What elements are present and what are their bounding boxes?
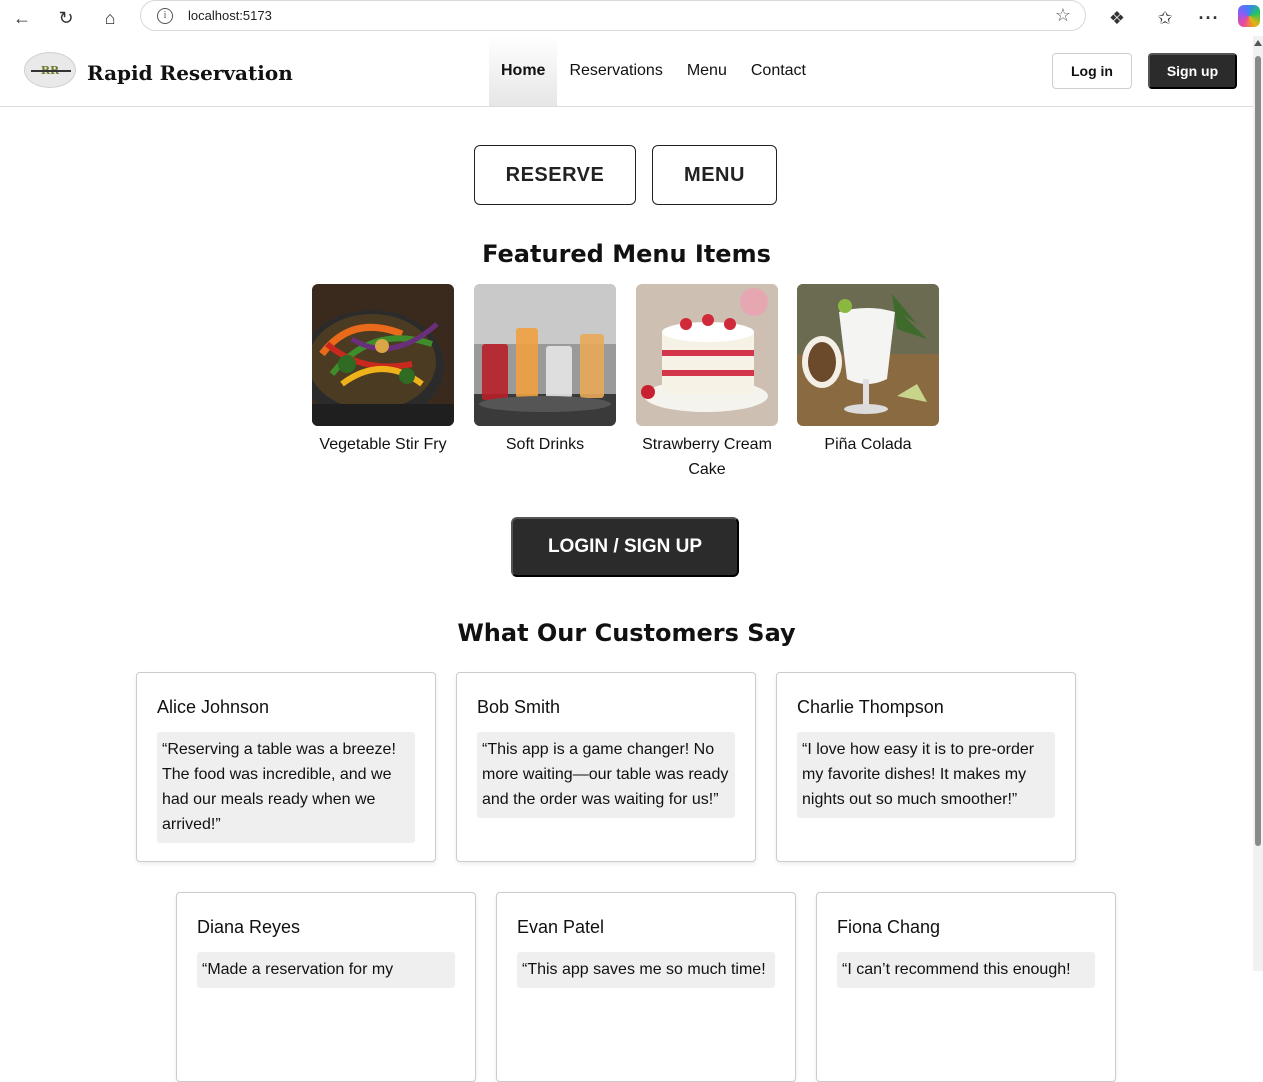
featured-item-name: Strawberry Cream Cake <box>642 436 772 478</box>
nav-home[interactable]: Home <box>489 36 558 106</box>
favorites-icon[interactable]: ✩ <box>1150 3 1180 33</box>
featured-title: Featured Menu Items <box>482 240 771 268</box>
review-quote: “This app saves me so much time! <box>517 952 775 988</box>
nav-contact[interactable]: Contact <box>739 36 818 106</box>
review-card: Evan Patel “This app saves me so much ti… <box>496 892 796 1082</box>
review-quote: “This app is a game changer! No more wai… <box>477 732 735 818</box>
reviewer-name: Evan Patel <box>517 917 605 937</box>
soft-drinks-image[interactable] <box>474 284 616 426</box>
featured-item[interactable]: Soft Drinks <box>474 284 616 457</box>
url-text[interactable]: localhost:5173 <box>188 8 272 23</box>
back-arrow-icon[interactable]: ← <box>7 3 37 33</box>
featured-item-name: Vegetable Stir Fry <box>319 436 447 453</box>
review-quote: “Made a reservation for my <box>197 952 455 988</box>
review-quote: “Reserving a table was a breeze! The foo… <box>157 732 415 843</box>
site-header: RR Rapid Reservation Home Reservations M… <box>0 36 1253 107</box>
review-card: Alice Johnson “Reserving a table was a b… <box>136 672 436 862</box>
login-button[interactable]: Log in <box>1052 53 1132 89</box>
scroll-up-arrow-icon[interactable] <box>1254 40 1262 46</box>
extensions-icon[interactable]: ❖ <box>1102 3 1132 33</box>
brand-name[interactable]: Rapid Reservation <box>87 61 293 85</box>
page-scrollbar[interactable] <box>1253 36 1263 971</box>
reviewer-name: Diana Reyes <box>197 917 301 937</box>
review-card: Bob Smith “This app is a game changer! N… <box>456 672 756 862</box>
review-card: Charlie Thompson “I love how easy it is … <box>776 672 1076 862</box>
login-signup-cta-button[interactable]: LOGIN / SIGN UP <box>511 517 739 577</box>
pina-colada-image[interactable] <box>797 284 939 426</box>
featured-item[interactable]: Piña Colada <box>797 284 939 457</box>
logo-utensil-bar <box>31 70 71 72</box>
featured-item-name: Soft Drinks <box>505 436 585 453</box>
review-card: Fiona Chang “I can’t recommend this enou… <box>816 892 1116 1082</box>
signup-button[interactable]: Sign up <box>1148 53 1237 89</box>
main-nav: Home Reservations Menu Contact <box>489 36 818 106</box>
nav-menu[interactable]: Menu <box>675 36 739 106</box>
review-quote: “I can’t recommend this enough! <box>837 952 1095 988</box>
more-menu-icon[interactable]: ··· <box>1194 3 1224 33</box>
reviewer-name: Fiona Chang <box>837 917 941 937</box>
site-info-icon[interactable]: i <box>157 8 173 24</box>
reviewer-name: Charlie Thompson <box>797 697 944 717</box>
reserve-button[interactable]: RESERVE <box>474 145 636 205</box>
menu-button[interactable]: MENU <box>652 145 777 205</box>
featured-item[interactable]: Strawberry Cream Cake <box>636 284 778 482</box>
review-quote: “I love how easy it is to pre-order my f… <box>797 732 1055 818</box>
home-icon[interactable]: ⌂ <box>95 3 125 33</box>
review-card: Diana Reyes “Made a reservation for my <box>176 892 476 1082</box>
vegetable-stir-fry-image[interactable] <box>312 284 454 426</box>
reviews-title: What Our Customers Say <box>457 619 796 647</box>
nav-reservations[interactable]: Reservations <box>557 36 674 106</box>
address-bar[interactable]: i localhost:5173 ☆ <box>140 0 1086 31</box>
featured-item[interactable]: Vegetable Stir Fry <box>312 284 454 457</box>
strawberry-cream-cake-image[interactable] <box>636 284 778 426</box>
reviewer-name: Alice Johnson <box>157 697 270 717</box>
brand-logo[interactable]: RR <box>24 52 76 88</box>
favorite-star-icon[interactable]: ☆ <box>1055 5 1071 26</box>
browser-toolbar: ← ↻ ⌂ i localhost:5173 ☆ ❖ ✩ ··· <box>0 0 1263 36</box>
copilot-icon[interactable] <box>1238 5 1260 27</box>
scrollbar-thumb[interactable] <box>1255 56 1261 846</box>
featured-item-name: Piña Colada <box>824 436 912 453</box>
reload-icon[interactable]: ↻ <box>51 3 81 33</box>
reviewer-name: Bob Smith <box>477 697 561 717</box>
